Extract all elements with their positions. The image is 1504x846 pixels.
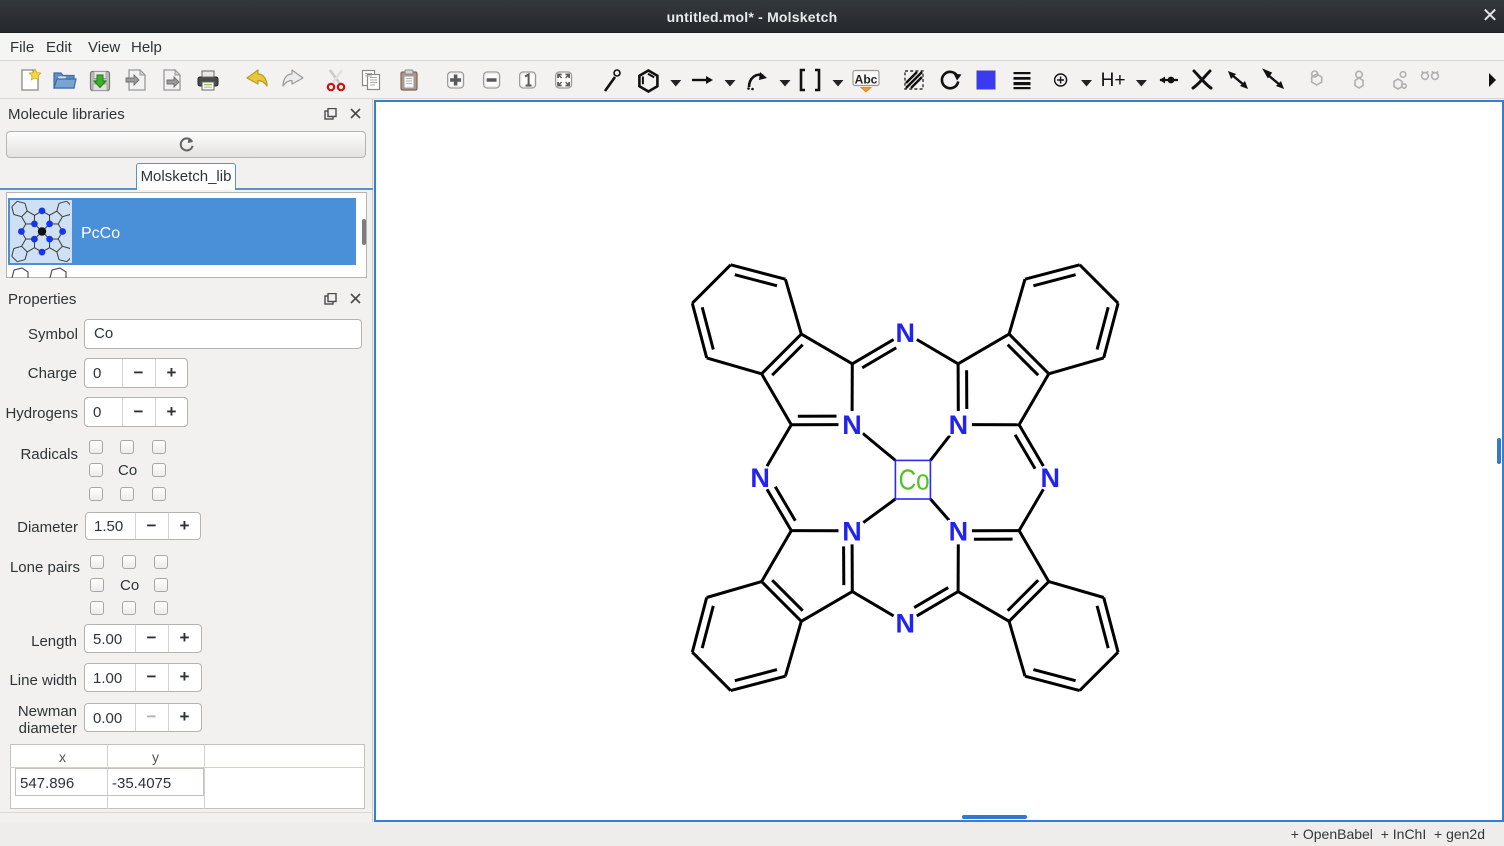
svg-text:N: N: [949, 410, 969, 440]
svg-text:N: N: [949, 516, 969, 546]
svg-text:N: N: [1041, 463, 1061, 493]
svg-text:N: N: [842, 410, 862, 440]
svg-text:H+: H+: [1101, 70, 1126, 91]
svg-text:N: N: [842, 516, 862, 546]
svg-text:Abc: Abc: [855, 73, 878, 87]
svg-text:N: N: [895, 318, 915, 348]
svg-text:Co: Co: [899, 465, 930, 497]
svg-text:N: N: [895, 608, 915, 638]
svg-text:N: N: [750, 463, 770, 493]
